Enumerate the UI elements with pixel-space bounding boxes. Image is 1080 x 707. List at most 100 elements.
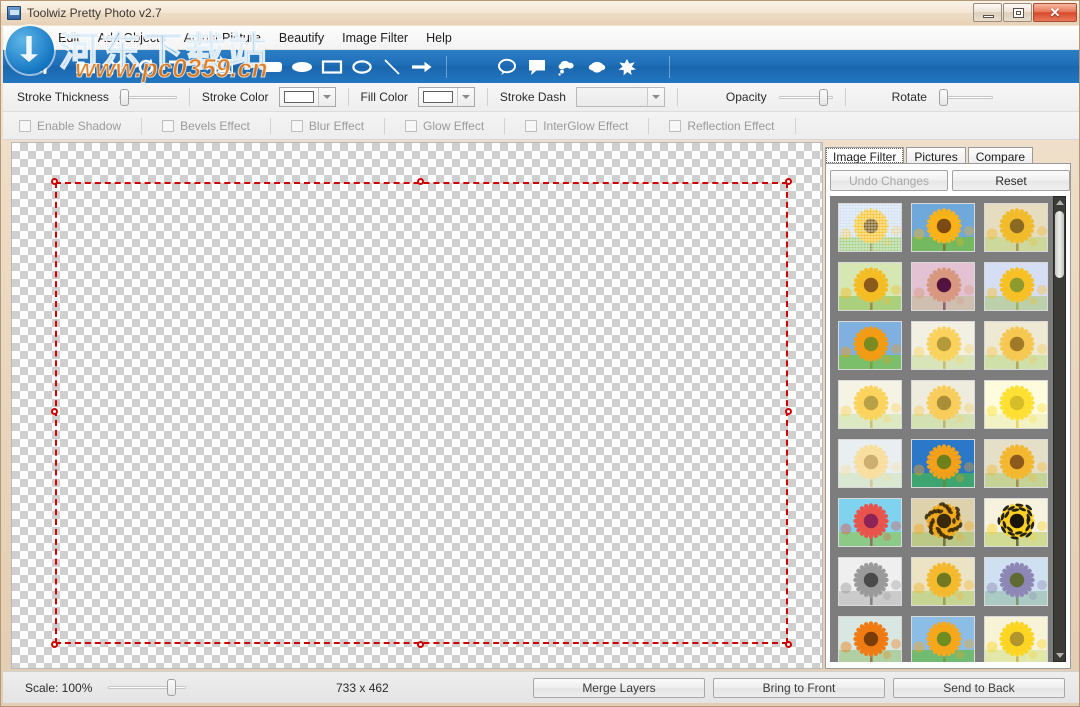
resize-handle-bottom-left[interactable] <box>51 641 58 648</box>
save-button[interactable] <box>23 52 53 82</box>
bring-to-front-button[interactable]: Bring to Front <box>713 677 885 698</box>
filter-thumbnail[interactable] <box>984 380 1048 429</box>
menu-item-help[interactable]: Help <box>417 28 461 48</box>
stroke-thickness-slider[interactable] <box>118 88 177 106</box>
cut-button[interactable] <box>101 52 131 82</box>
text-tool-button[interactable] <box>161 52 191 82</box>
menu-item-file[interactable]: File <box>11 28 49 48</box>
resize-handle-top-left[interactable] <box>51 178 58 185</box>
panel-scrollbar[interactable] <box>1053 196 1066 662</box>
filter-thumbnail[interactable] <box>911 616 975 662</box>
stroke-color-combo[interactable] <box>278 87 336 107</box>
filter-thumbnail[interactable] <box>984 616 1048 662</box>
fill-color-combo[interactable] <box>417 87 475 107</box>
scale-slider[interactable] <box>108 679 187 697</box>
filter-thumbnails-list[interactable] <box>830 196 1053 662</box>
menu-item-beautify[interactable]: Beautify <box>270 28 333 48</box>
ellipse-filled-tool-button[interactable] <box>287 52 317 82</box>
menu-item-edit[interactable]: Edit <box>49 28 89 48</box>
scroll-down-button[interactable] <box>1054 650 1065 661</box>
slider-thumb[interactable] <box>818 88 828 106</box>
blur-effect-checkbox[interactable]: Blur Effect <box>290 118 365 133</box>
filter-thumbnail[interactable] <box>911 380 975 429</box>
slider-thumb[interactable] <box>938 88 948 106</box>
speech-oval-icon <box>498 58 516 75</box>
filter-thumbnail[interactable] <box>838 380 902 429</box>
minimize-button[interactable] <box>973 3 1002 22</box>
filter-thumbnail[interactable] <box>838 557 902 606</box>
filter-thumbnail[interactable] <box>838 439 902 488</box>
filter-thumbnail[interactable] <box>911 439 975 488</box>
filter-thumbnail[interactable] <box>838 203 902 252</box>
send-to-back-button[interactable]: Send to Back <box>893 677 1065 698</box>
resize-handle-bottom-right[interactable] <box>785 641 792 648</box>
bevels-effect-checkbox[interactable]: Bevels Effect <box>162 119 250 133</box>
ellipse-tool-button[interactable] <box>347 52 377 82</box>
filter-thumbnail[interactable] <box>838 321 902 370</box>
scroll-up-button[interactable] <box>1054 197 1065 208</box>
filter-thumbnail[interactable] <box>984 262 1048 311</box>
stroke-color-dropdown-arrow[interactable] <box>317 88 335 106</box>
menu-item-add-objects[interactable]: Add Objects <box>89 28 175 48</box>
filter-thumbnail[interactable] <box>984 321 1048 370</box>
filter-thumbnail[interactable] <box>984 203 1048 252</box>
filter-thumbnail[interactable] <box>984 498 1048 547</box>
arrow-tool-button[interactable] <box>407 52 437 82</box>
selection-rectangle[interactable] <box>51 178 792 648</box>
rounded-rect-tool-button[interactable] <box>257 52 287 82</box>
tab-compare[interactable]: Compare <box>967 147 1034 164</box>
fill-color-dropdown-arrow[interactable] <box>456 88 474 106</box>
cloud-button[interactable] <box>582 52 612 82</box>
menu-item-adjust-picture[interactable]: Adjust Picture <box>175 28 270 48</box>
panel-action-buttons: Undo Changes Reset <box>830 170 1070 191</box>
rotate-slider[interactable] <box>938 88 993 106</box>
reset-button[interactable]: Reset <box>952 170 1070 191</box>
blur-effect-label: Blur Effect <box>308 118 365 133</box>
tab-image-filter[interactable]: Image Filter <box>825 147 905 164</box>
stroke-dash-combo[interactable] <box>575 87 665 107</box>
resize-handle-middle-right[interactable] <box>785 408 792 415</box>
filter-thumbnail[interactable] <box>911 498 975 547</box>
filter-thumbnail[interactable] <box>984 557 1048 606</box>
open-button[interactable] <box>71 52 101 82</box>
thought-cloud-button[interactable] <box>552 52 582 82</box>
resize-handle-middle-left[interactable] <box>51 408 58 415</box>
filter-thumbnail[interactable] <box>911 557 975 606</box>
sunflower-image <box>912 204 974 251</box>
sunflower-image <box>839 617 901 662</box>
line-tool-button[interactable] <box>377 52 407 82</box>
filter-thumbnail[interactable] <box>911 203 975 252</box>
resize-handle-top-center[interactable] <box>416 178 424 185</box>
enable-shadow-checkbox[interactable]: Enable Shadow <box>19 119 121 133</box>
scrollbar-thumb[interactable] <box>1055 211 1064 278</box>
burst-button[interactable] <box>612 52 642 82</box>
resize-handle-top-right[interactable] <box>785 178 792 185</box>
filter-thumbnail[interactable] <box>838 498 902 547</box>
slider-thumb[interactable] <box>167 679 177 696</box>
filter-thumbnail[interactable] <box>838 616 902 662</box>
slider-thumb[interactable] <box>119 88 129 106</box>
rectangle-tool-button[interactable] <box>317 52 347 82</box>
filter-thumbnail[interactable] <box>838 262 902 311</box>
stroke-dash-dropdown-arrow[interactable] <box>646 88 664 106</box>
menu-item-image-filter[interactable]: Image Filter <box>333 28 417 48</box>
glow-effect-checkbox[interactable]: Glow Effect <box>405 119 484 133</box>
canvas[interactable] <box>11 142 823 669</box>
interglow-effect-checkbox[interactable]: InterGlow Effect <box>525 119 628 133</box>
opacity-slider[interactable] <box>778 88 833 106</box>
tab-pictures[interactable]: Pictures <box>906 147 966 164</box>
filter-thumbnail[interactable] <box>911 321 975 370</box>
speech-rect-button[interactable] <box>522 52 552 82</box>
merge-layers-button[interactable]: Merge Layers <box>533 677 705 698</box>
close-button[interactable]: ✕ <box>1033 3 1077 22</box>
insert-image-button[interactable] <box>209 52 239 82</box>
filter-thumbnail[interactable] <box>911 262 975 311</box>
maximize-button[interactable] <box>1003 3 1032 22</box>
stroke-thickness-label: Stroke Thickness <box>17 90 109 104</box>
rotate-button[interactable] <box>131 52 161 82</box>
speech-oval-button[interactable] <box>492 52 522 82</box>
resize-handle-bottom-center[interactable] <box>416 641 424 648</box>
undo-changes-button[interactable]: Undo Changes <box>830 170 948 191</box>
reflection-effect-checkbox[interactable]: Reflection Effect <box>669 119 775 133</box>
filter-thumbnail[interactable] <box>984 439 1048 488</box>
